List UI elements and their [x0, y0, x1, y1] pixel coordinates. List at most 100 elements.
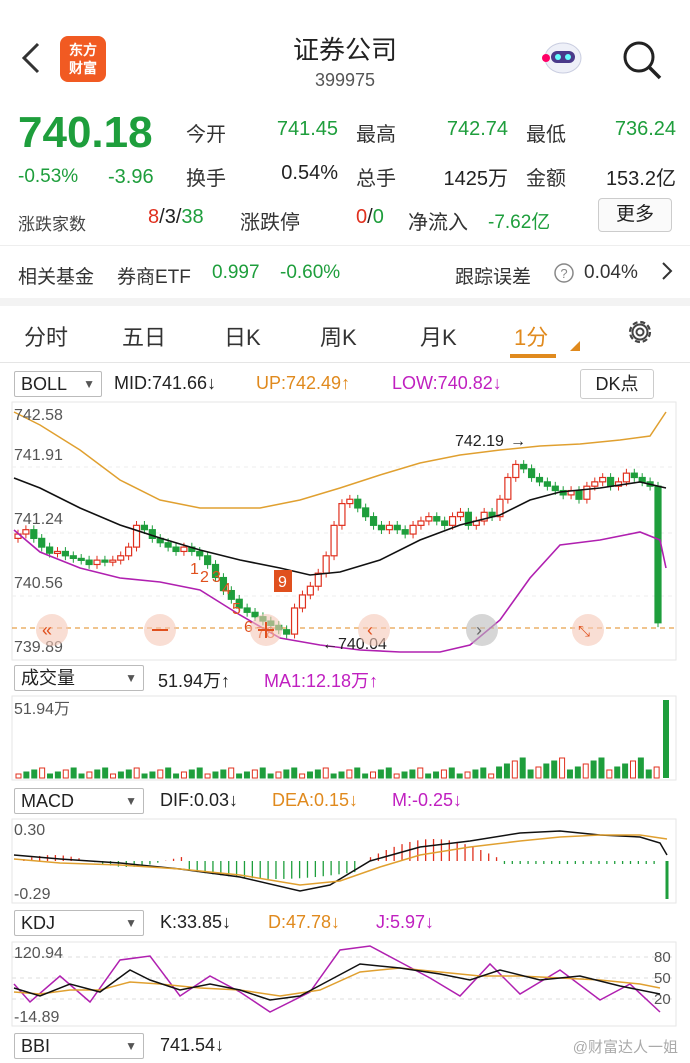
tracking-error-value: 0.04% — [584, 262, 638, 283]
svg-text:?: ? — [560, 266, 567, 281]
volume-value: 1425万 — [443, 168, 509, 190]
breadth-up: 8 — [148, 206, 160, 228]
open-label: 今开 — [186, 124, 226, 146]
candlestick-chart[interactable]: 742.58 741.91 741.24 740.56 739.89 742.1… — [0, 400, 690, 662]
page-title: 证券公司 — [292, 35, 397, 65]
boll-mid: MID:741.66↓ — [114, 373, 216, 394]
volume-ma1: MA1:12.18万↑ — [264, 667, 378, 693]
volume-bar — [456, 773, 463, 779]
active-tab-indicator — [510, 354, 556, 358]
turnover-label: 换手 — [186, 168, 226, 190]
tab-weekly-k[interactable]: 周K — [320, 320, 357, 352]
volume-bar — [409, 769, 416, 779]
svg-text:«: « — [42, 620, 52, 640]
tab-1-minute[interactable]: 1分 — [514, 320, 548, 352]
zoom-in-button[interactable] — [250, 614, 282, 646]
settings-gear-icon[interactable] — [624, 316, 656, 353]
volume-bar — [322, 767, 329, 779]
svg-text:‹: ‹ — [367, 620, 373, 640]
macd-chart[interactable]: 0.30 -0.29 — [0, 817, 690, 905]
boll-low: LOW:740.82↓ — [392, 373, 502, 394]
boll-low-value: LOW:740.82 — [392, 373, 493, 393]
help-icon[interactable]: ? — [554, 263, 574, 288]
zoom-out-button[interactable] — [144, 614, 176, 646]
assistant-robot-icon[interactable] — [540, 38, 586, 78]
tab-intraday[interactable]: 分时 — [24, 320, 68, 352]
volume-bar — [173, 773, 180, 779]
breadth-down: 38 — [181, 206, 204, 228]
search-button[interactable] — [620, 38, 664, 82]
volume-bar — [47, 773, 54, 779]
volume-bar — [243, 771, 250, 779]
volume-bar — [299, 773, 306, 779]
candlestick — [132, 520, 141, 552]
volume-bar — [306, 771, 313, 779]
candlestick — [330, 520, 338, 561]
volume-indicator-selector[interactable]: 成交量 ▼ — [14, 665, 144, 691]
down-arrow-icon: ↓ — [453, 790, 463, 810]
volume-bar — [228, 767, 235, 779]
amount-value: 153.2亿 — [605, 168, 676, 190]
sequence-marker: 2 — [200, 569, 209, 586]
security-code: 399975 — [314, 70, 376, 90]
volume-bar — [629, 760, 636, 779]
candlestick — [496, 494, 504, 521]
caret-down-icon: ▼ — [125, 1039, 137, 1053]
limit-values: 0/0 — [356, 206, 384, 229]
tab-five-day[interactable]: 五日 — [122, 320, 166, 352]
bbi-value-text: 741.54 — [160, 1035, 216, 1055]
scroll-forward-button[interactable]: › — [466, 614, 498, 646]
bbi-indicator-selector[interactable]: BBI ▼ — [14, 1033, 144, 1059]
section-divider — [0, 298, 690, 306]
boll-indicator-selector[interactable]: BOLL ▼ — [14, 371, 102, 397]
more-button[interactable]: 更多 — [598, 198, 672, 232]
kdj-selector-label: KDJ — [21, 913, 56, 933]
max-arrow-icon: → — [510, 433, 526, 450]
volume-bar — [275, 771, 282, 779]
macd-indicator-selector[interactable]: MACD ▼ — [14, 788, 144, 814]
netflow-label: 净流入 — [408, 212, 468, 234]
volume-bar — [125, 769, 132, 779]
scroll-back-button[interactable]: ‹ — [358, 614, 390, 646]
kdj-chart[interactable]: 120.94 -14.89 80 50 20 — [0, 940, 690, 1028]
candlestick — [338, 499, 346, 530]
volume-bar — [535, 766, 542, 779]
sequence-marker: 3 — [212, 569, 221, 586]
sequence-marker: 4 — [222, 581, 231, 598]
volume-bar — [251, 769, 258, 779]
volume-bar — [141, 773, 148, 779]
fund-name[interactable]: 券商ETF — [117, 262, 191, 289]
volume-bar — [472, 769, 479, 779]
boll-up: UP:742.49↑ — [256, 373, 350, 394]
dk-point-button[interactable]: DK点 — [580, 369, 654, 399]
volume-chart[interactable]: 51.94万 — [0, 694, 690, 782]
fund-price: 0.997 — [212, 262, 260, 283]
volume-bar — [267, 773, 274, 779]
related-fund-label: 相关基金 — [18, 267, 95, 288]
macd-selector-label: MACD — [21, 791, 74, 811]
tab-monthly-k[interactable]: 月K — [420, 320, 457, 352]
volume-bar — [590, 760, 597, 779]
y-axis-label: 741.91 — [14, 447, 63, 464]
volume-bar — [220, 769, 227, 779]
volume-bar — [354, 767, 361, 779]
volume-bar — [519, 757, 526, 779]
caret-down-icon: ▼ — [125, 794, 137, 808]
volume-bar — [385, 767, 392, 779]
down-arrow-icon: ↓ — [492, 373, 502, 393]
fullscreen-button[interactable]: ⤡ — [572, 614, 604, 646]
tab-daily-k[interactable]: 日K — [224, 320, 261, 352]
volume-bar — [653, 766, 660, 779]
volume-bar — [622, 763, 629, 779]
kdj-indicator-selector[interactable]: KDJ ▼ — [14, 910, 144, 936]
bbi-value: 741.54↓ — [160, 1035, 224, 1056]
dropdown-corner-icon — [570, 338, 580, 356]
change-percent: -0.53% — [18, 166, 79, 187]
chevron-right-icon[interactable] — [660, 258, 674, 289]
volume-bar — [448, 767, 455, 779]
scroll-left-button[interactable]: « — [36, 614, 68, 646]
macd-dif: DIF:0.03↓ — [160, 790, 238, 811]
volume-bar — [94, 769, 101, 779]
high-value: 742.74 — [446, 118, 508, 140]
kdj-k-value: K:33.85 — [160, 912, 223, 932]
